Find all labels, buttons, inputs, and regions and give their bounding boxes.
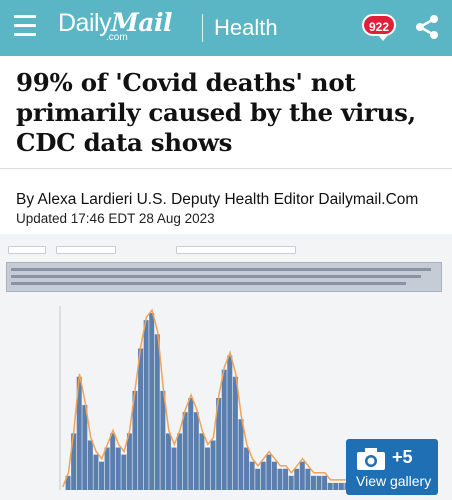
- article-updated-time: Updated 17:46 EDT 28 Aug 2023: [16, 211, 215, 226]
- article-byline[interactable]: By Alexa Lardieri U.S. Deputy Health Edi…: [16, 191, 446, 209]
- chart-bar: [193, 412, 199, 490]
- chart-bar: [110, 433, 116, 490]
- header-bar: DailyMail .com Health 922: [0, 0, 452, 56]
- chart-bar: [177, 433, 183, 490]
- chart-bar: [199, 433, 205, 490]
- chart-bar: [271, 461, 277, 490]
- chart-bar: [249, 461, 255, 490]
- chart-bar: [143, 320, 149, 490]
- chart-bar: [255, 468, 261, 490]
- section-title[interactable]: Health: [214, 15, 278, 41]
- article-headline: 99% of 'Covid deaths' not primarily caus…: [16, 68, 416, 157]
- logo-domain: .com: [106, 32, 128, 43]
- header-divider: [202, 14, 203, 42]
- comments-count-badge[interactable]: 922: [362, 14, 396, 41]
- chart-bar: [188, 398, 194, 490]
- chart-bar: [149, 313, 155, 490]
- chart-bar: [82, 405, 88, 490]
- chart-info-box: [6, 262, 442, 292]
- chart-bar: [221, 369, 227, 490]
- chart-bar: [93, 454, 99, 490]
- chart-bar: [294, 468, 300, 490]
- chart-bar: [160, 390, 166, 490]
- chart-bar: [154, 334, 160, 490]
- chart-bar: [227, 355, 233, 490]
- chart-bar: [316, 475, 322, 490]
- chart-bar: [205, 447, 210, 490]
- chart-bar: [104, 447, 110, 490]
- chart-bar: [305, 468, 311, 490]
- chart-bar: [126, 433, 132, 490]
- chart-bar: [283, 468, 289, 490]
- chart-bar: [310, 475, 316, 490]
- menu-icon[interactable]: [14, 15, 36, 39]
- chart-bar: [327, 482, 333, 490]
- chart-bar: [171, 447, 177, 490]
- chart-bar: [232, 376, 238, 490]
- chart-bar: [322, 475, 328, 490]
- camera-icon: [357, 448, 385, 470]
- headline-divider: [0, 168, 452, 169]
- chart-bar: [210, 440, 216, 490]
- chart-bar: [338, 482, 344, 490]
- chart-bar: [165, 433, 171, 490]
- chart-bar: [99, 461, 105, 490]
- chart-bar: [260, 461, 266, 490]
- chart-select-area: [8, 246, 46, 254]
- chart-bar: [288, 475, 294, 490]
- chart-bar: [277, 468, 283, 490]
- view-gallery-button[interactable]: +5 View gallery: [346, 439, 438, 495]
- chart-select-right-axis: [176, 246, 296, 254]
- chart-select-left-axis: [56, 246, 116, 254]
- chart-bar: [238, 419, 244, 490]
- share-icon[interactable]: [414, 14, 440, 40]
- gallery-label: View gallery: [356, 473, 432, 489]
- chart-bar: [333, 482, 339, 490]
- chart-bar: [121, 454, 127, 490]
- chart-bar: [87, 440, 93, 490]
- gallery-count: +5: [392, 447, 413, 467]
- chart-bar: [182, 412, 188, 490]
- chart-bar: [299, 461, 305, 490]
- chart-bar: [244, 447, 250, 490]
- chart-bar: [138, 348, 144, 490]
- chart-bar: [115, 447, 121, 490]
- chart-bar: [266, 454, 272, 490]
- logo-daily: Daily: [58, 9, 112, 37]
